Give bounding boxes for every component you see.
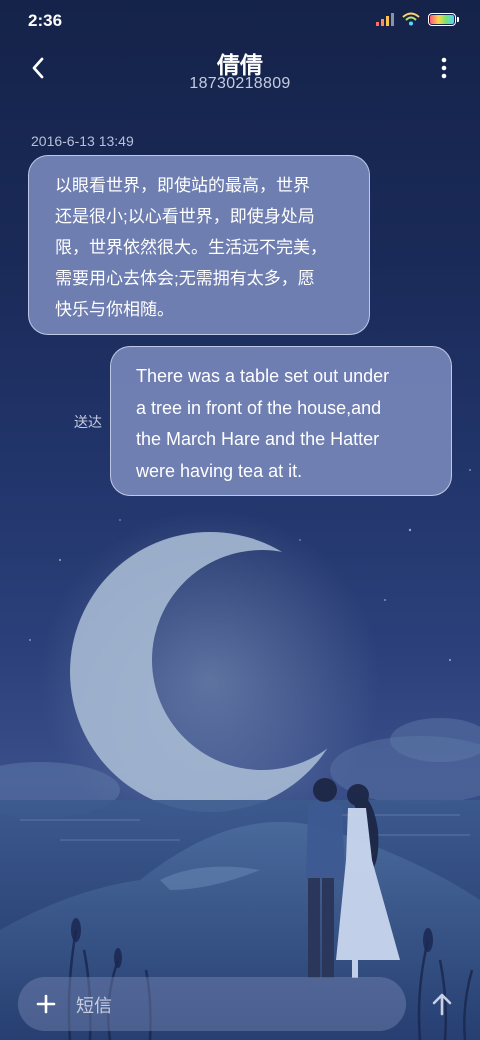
delivery-status: 送达 xyxy=(74,414,102,430)
signal-icon xyxy=(376,12,394,26)
message-line: the March Hare and the Hatter xyxy=(136,429,380,449)
message-input[interactable]: 短信 xyxy=(18,977,406,1031)
message-line: 需要用心去体会;无需拥有太多，愿 xyxy=(55,269,315,288)
plus-icon xyxy=(36,994,56,1014)
wifi-icon xyxy=(402,12,420,26)
message-line: 以眼看世界，即使站的最高，世界 xyxy=(55,176,310,195)
status-bar: 2:36 xyxy=(0,0,480,40)
conversation-header: 倩倩 18730218809 xyxy=(0,40,480,110)
message-line: were having tea at it. xyxy=(136,460,303,481)
message-line: There was a table set out under xyxy=(136,366,390,386)
status-time: 2:36 xyxy=(28,11,63,30)
incoming-message-bubble[interactable]: 以眼看世界，即使站的最高，世界 还是很小;以心看世界，即使身处局 限，世界依然很… xyxy=(28,155,370,335)
message-line: 快乐与你相随。 xyxy=(55,300,174,319)
add-attachment-button[interactable] xyxy=(28,986,64,1022)
outgoing-message-bubble[interactable]: There was a table set out under a tree i… xyxy=(110,346,452,496)
more-options-button[interactable] xyxy=(428,52,460,84)
message-line: 还是很小;以心看世界，即使身处局 xyxy=(55,207,315,226)
send-button[interactable] xyxy=(424,986,460,1022)
message-input-placeholder: 短信 xyxy=(76,996,112,1016)
battery-icon xyxy=(428,12,459,26)
more-vertical-icon xyxy=(441,57,447,79)
contact-number[interactable]: 18730218809 xyxy=(0,75,480,93)
message-timestamp: 2016-6-13 13:49 xyxy=(31,133,134,149)
message-line: a tree in front of the house,and xyxy=(136,397,382,418)
battery-level xyxy=(430,14,454,24)
status-icons xyxy=(376,12,459,26)
message-line: 限，世界依然很大。生活远不完美， xyxy=(55,238,327,257)
arrow-up-icon xyxy=(432,993,452,1016)
